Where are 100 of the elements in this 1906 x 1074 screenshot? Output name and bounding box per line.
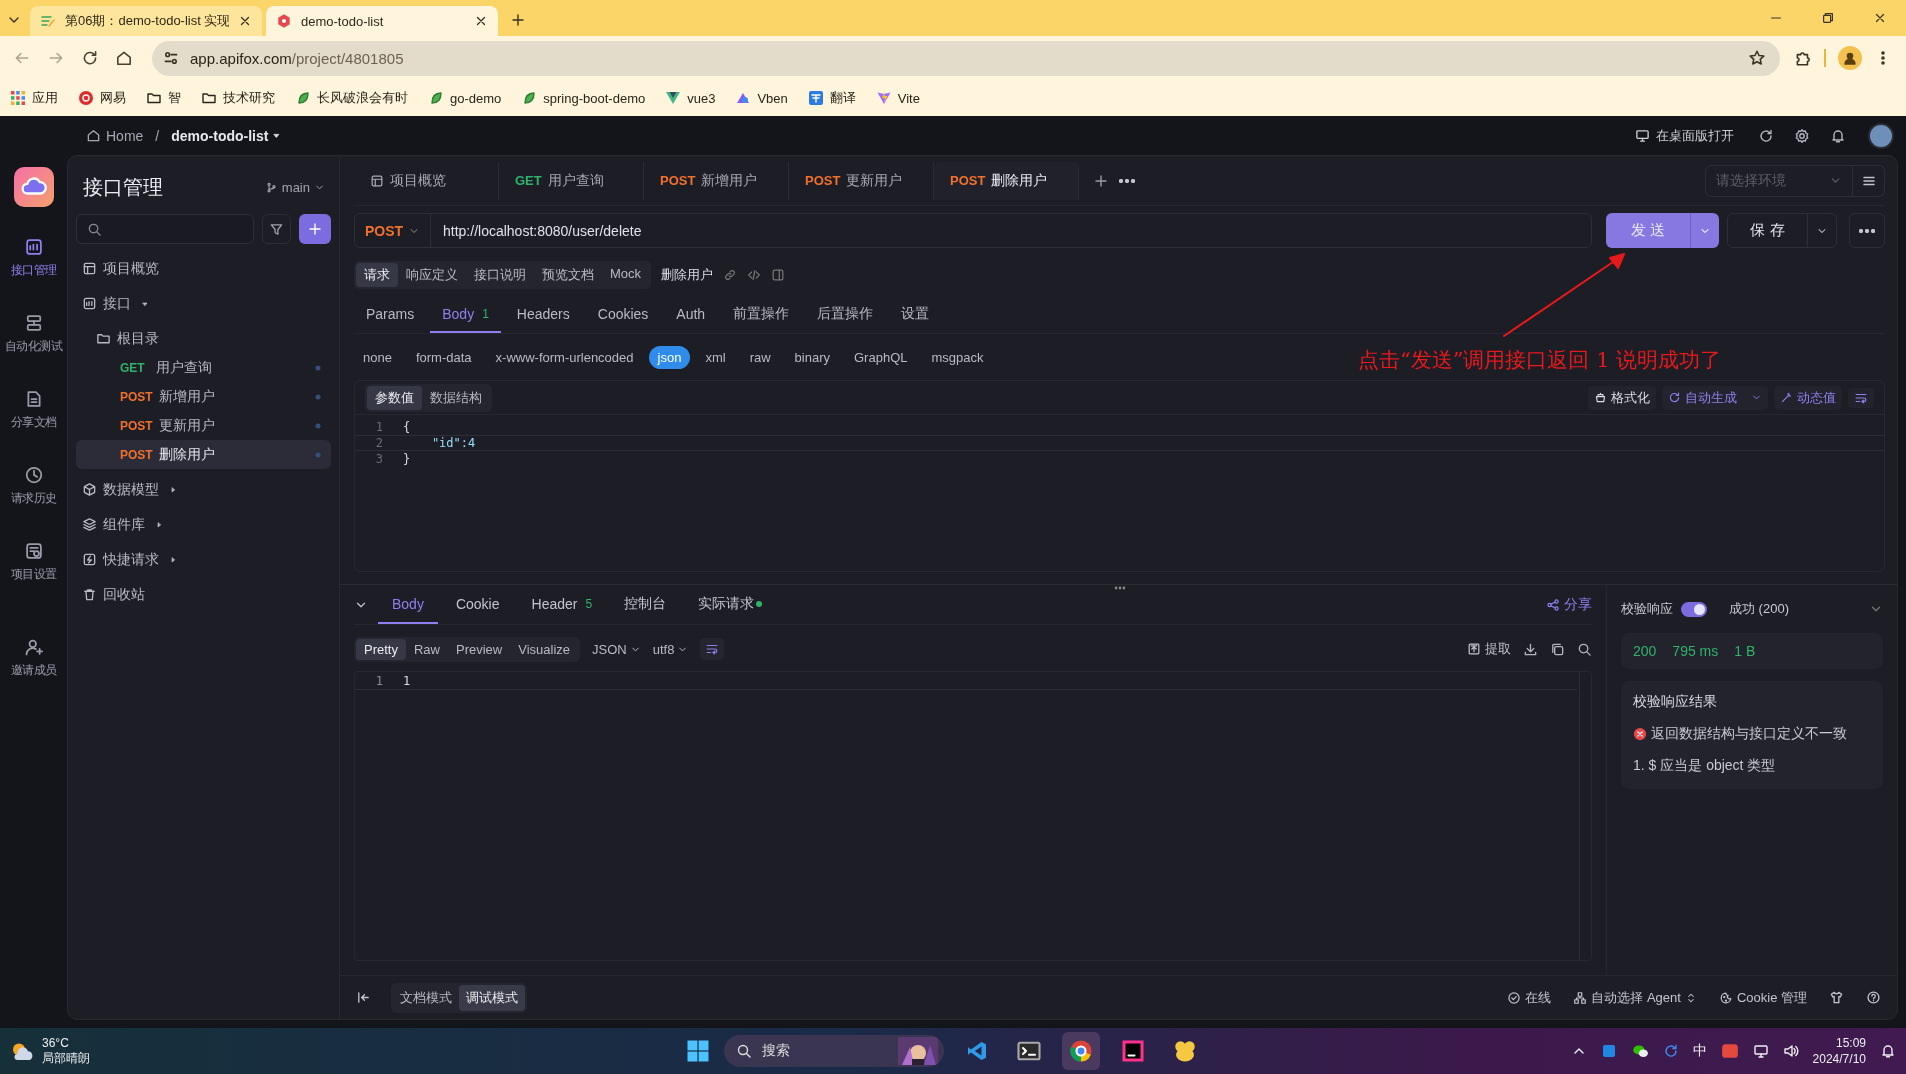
ide-icon[interactable] xyxy=(1121,1039,1146,1063)
mode-tab[interactable]: 文档模式 xyxy=(393,984,459,1011)
tree-item[interactable]: 项目概览 xyxy=(76,254,331,283)
request-tab[interactable]: POST 新增用户 xyxy=(644,161,789,200)
bookmark[interactable]: 网易 xyxy=(70,86,134,110)
nav-item[interactable]: 分享文档 xyxy=(0,381,67,457)
method-select[interactable]: POST xyxy=(355,214,431,247)
doc-tab[interactable]: 接口说明 xyxy=(466,263,534,287)
view-tab[interactable]: Preview xyxy=(448,638,511,660)
doc-tab[interactable]: 响应定义 xyxy=(398,263,466,287)
body-mode-tab[interactable]: 参数值 xyxy=(367,385,422,410)
link-icon[interactable] xyxy=(723,268,738,282)
branch-switcher[interactable]: main xyxy=(264,179,325,195)
doc-tab[interactable]: 预览文档 xyxy=(534,263,602,287)
new-tab-icon[interactable] xyxy=(1093,172,1109,189)
copy-icon[interactable] xyxy=(1550,641,1565,657)
body-type-option[interactable]: GraphQL xyxy=(845,345,917,369)
filter-button[interactable] xyxy=(261,214,292,244)
volume-icon[interactable] xyxy=(1782,1043,1799,1059)
tree-item[interactable]: 回收站 xyxy=(76,580,331,609)
new-tab-icon[interactable] xyxy=(510,12,526,28)
home-icon[interactable] xyxy=(115,49,133,67)
param-tab[interactable]: 设置 xyxy=(889,296,942,333)
chat-icon[interactable] xyxy=(1630,1042,1649,1060)
home-link[interactable]: Home xyxy=(86,127,144,144)
tree-item[interactable]: 数据模型 xyxy=(76,475,331,504)
tree-item[interactable]: 快捷请求 xyxy=(76,545,331,574)
ime-icon[interactable] xyxy=(1720,1042,1739,1060)
url-field[interactable]: http://localhost:8080/user/delete xyxy=(431,222,642,239)
add-button[interactable] xyxy=(299,214,331,244)
windows-icon[interactable] xyxy=(686,1039,711,1063)
body-type-option[interactable]: xml xyxy=(696,345,735,369)
nav-item[interactable]: 自动化测试 xyxy=(0,305,67,381)
bookmark[interactable]: 技术研究 xyxy=(193,86,283,110)
response-tab[interactable]: Body xyxy=(378,585,438,624)
doc-tab[interactable]: 请求 xyxy=(356,263,398,287)
bookmark[interactable]: 翻译 xyxy=(799,86,864,110)
param-tab[interactable]: Body 1 xyxy=(430,296,501,333)
bookmark[interactable]: spring-boot-demo xyxy=(513,87,654,109)
param-tab[interactable]: Cookies xyxy=(585,296,661,333)
format-button[interactable]: 格式化 xyxy=(1588,385,1656,410)
body-type-option[interactable]: binary xyxy=(785,345,839,369)
browser-tab[interactable]: demo-todo-list xyxy=(266,6,498,36)
share-button[interactable]: 分享 xyxy=(1546,585,1592,624)
param-tab[interactable]: Auth xyxy=(664,296,718,333)
view-tab[interactable]: Raw xyxy=(405,638,448,660)
mode-tab[interactable]: 调试模式 xyxy=(459,984,525,1011)
toggle-switch[interactable] xyxy=(1681,601,1707,617)
request-tab[interactable]: GET 用户查询 xyxy=(499,161,644,200)
user-avatar[interactable] xyxy=(1868,122,1894,149)
more-icon[interactable] xyxy=(1119,178,1135,183)
view-tab[interactable]: Visualize xyxy=(510,638,579,660)
request-tab[interactable]: POST 删除用户 xyxy=(934,161,1079,200)
open-desktop-button[interactable]: 在桌面版打开 xyxy=(1635,126,1734,145)
request-tab[interactable]: 项目概览 xyxy=(354,161,499,200)
wrap-button[interactable] xyxy=(700,638,725,660)
search-field[interactable]: 搜索 xyxy=(724,1035,945,1067)
cookie-manager-button[interactable]: Cookie 管理 xyxy=(1718,988,1807,1007)
bookmark[interactable]: Vben xyxy=(727,87,796,109)
bookmark-star-icon[interactable] xyxy=(1748,49,1766,67)
search-icon[interactable] xyxy=(1577,641,1592,657)
tray-app-icon[interactable] xyxy=(1600,1043,1617,1059)
format-select[interactable]: JSON xyxy=(592,641,641,657)
network-icon[interactable] xyxy=(1752,1043,1769,1059)
weather-widget[interactable]: 36°C 局部晴朗 xyxy=(10,1036,90,1066)
address-bar[interactable]: app.apifox.com/project/4801805 xyxy=(152,40,1780,76)
app-icon[interactable] xyxy=(1173,1039,1198,1063)
response-tab[interactable]: Header 5 xyxy=(517,585,607,624)
site-info-icon[interactable] xyxy=(162,49,180,67)
clock[interactable]: 15:09 2024/7/10 xyxy=(1812,1035,1866,1067)
bookmark[interactable]: vue3 xyxy=(657,87,724,109)
tree-item[interactable]: 接口 xyxy=(76,289,331,318)
bookmark[interactable]: go-demo xyxy=(420,87,510,109)
restore-icon[interactable] xyxy=(1821,11,1835,25)
param-tab[interactable]: 前置操作 xyxy=(721,296,802,333)
input-method-indicator[interactable]: 中 xyxy=(1692,1042,1707,1060)
reload-icon[interactable] xyxy=(81,49,99,67)
extract-button[interactable]: 提取 xyxy=(1467,640,1511,658)
response-tab[interactable]: Cookie xyxy=(441,585,514,624)
nav-item[interactable]: 邀请成员 xyxy=(0,629,67,705)
extensions-icon[interactable] xyxy=(1794,49,1812,67)
close-icon[interactable] xyxy=(238,14,252,28)
bookmark[interactable]: 应用 xyxy=(2,86,66,110)
body-type-option[interactable]: form-data xyxy=(406,345,481,369)
terminal-icon[interactable] xyxy=(1017,1039,1042,1063)
tree-item[interactable]: 组件库 xyxy=(76,510,331,539)
param-tab[interactable]: 后置操作 xyxy=(805,296,886,333)
bell-icon[interactable] xyxy=(1830,127,1846,144)
refresh-icon[interactable] xyxy=(1758,127,1774,144)
param-tab[interactable]: Params xyxy=(354,296,427,333)
help-icon[interactable] xyxy=(1866,990,1881,1005)
response-tab[interactable]: 实际请求 xyxy=(684,585,777,624)
agent-select[interactable]: 自动选择 Agent xyxy=(1573,988,1697,1007)
doc-tab[interactable]: Mock xyxy=(602,263,650,287)
search-field[interactable] xyxy=(76,214,254,244)
bookmark[interactable]: Vite xyxy=(867,87,928,109)
bookmark[interactable]: 智 xyxy=(138,86,189,110)
shirt-icon[interactable] xyxy=(1829,990,1844,1005)
wrap-button[interactable] xyxy=(1848,387,1874,408)
bookmark[interactable]: 长风破浪会有时 xyxy=(287,86,416,110)
